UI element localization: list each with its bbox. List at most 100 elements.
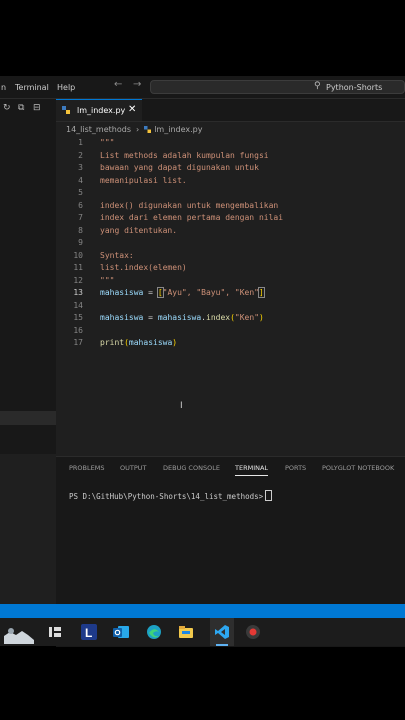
title-bar: n Terminal Help ← → ⚲ Python-Shorts	[0, 76, 405, 99]
code-text: memanipulasi list.	[100, 175, 187, 185]
line-number: 7	[78, 213, 83, 222]
text-cursor-icon: I	[180, 401, 183, 411]
collapse-folders-icon[interactable]: ⧉	[18, 103, 24, 113]
back-arrow-icon[interactable]: ←	[114, 79, 122, 90]
code-text: """	[100, 138, 115, 147]
search-icon: ⚲	[314, 81, 321, 91]
svg-text:L: L	[85, 626, 92, 640]
line-number: 5	[78, 188, 83, 197]
code-text: bawaan yang dapat digunakan untuk	[100, 163, 259, 172]
code-line: 15 mahasiswa = mahasiswa.index("Ken")	[56, 312, 405, 325]
line-number: 6	[78, 200, 83, 210]
windows-taskbar: L	[0, 618, 405, 646]
line-number: 2	[78, 150, 83, 160]
tab-terminal[interactable]: TERMINAL	[235, 464, 269, 476]
refresh-icon[interactable]: ↻	[3, 103, 11, 113]
panel-tabs: PROBLEMS OUTPUT DEBUG CONSOLE TERMINAL P…	[56, 457, 405, 479]
lark-icon[interactable]: L	[81, 624, 97, 640]
search-text: Python-Shorts	[326, 83, 383, 92]
token-method: index	[206, 313, 231, 322]
code-editor[interactable]: 1 """ 2 List methods adalah kumpulan fungs…	[56, 137, 405, 350]
screen-recorder-icon[interactable]	[245, 624, 261, 640]
code-line: 12 """	[56, 275, 405, 288]
code-text: yang ditentukan.	[100, 225, 178, 235]
close-tab-icon[interactable]: ✕	[128, 104, 136, 115]
breadcrumb-file[interactable]: lm_index.py	[154, 125, 202, 134]
line-number: 12	[73, 275, 83, 285]
code-line: 8 yang ditentukan.	[56, 225, 405, 238]
token-argument: mahasiswa	[128, 338, 173, 347]
vscode-icon[interactable]	[214, 624, 230, 640]
line-number: 3	[78, 163, 83, 172]
line-number: 4	[78, 175, 83, 185]
line-number: 17	[73, 338, 83, 347]
code-line: 6 index() digunakan untuk mengembalikan	[56, 200, 405, 213]
token-list-items: "Ayu", "Bayu", "Ken"	[162, 288, 259, 297]
code-text: List methods adalah kumpulan fungsi	[100, 150, 269, 160]
code-line: 3 bawaan yang dapat digunakan untuk	[56, 162, 405, 175]
active-app-indicator	[216, 644, 228, 646]
code-text: index() digunakan untuk mengembalikan	[100, 200, 279, 210]
menu-help[interactable]: Help	[57, 83, 75, 92]
command-center-search[interactable]: ⚲ Python-Shorts	[150, 80, 405, 94]
forward-arrow-icon[interactable]: →	[133, 79, 141, 90]
widgets-icon[interactable]	[2, 622, 36, 644]
code-line: 2 List methods adalah kumpulan fungsi	[56, 150, 405, 163]
terminal-prompt[interactable]: PS D:\GitHub\Python-Shorts\14_list_metho…	[69, 490, 273, 501]
status-bar	[0, 604, 405, 618]
file-explorer-icon[interactable]	[178, 624, 194, 640]
vscode-window: n Terminal Help ← → ⚲ Python-Shorts ↻ ⧉ …	[0, 76, 405, 647]
tab-debug-console[interactable]: DEBUG CONSOLE	[163, 464, 220, 472]
tab-polyglot-notebook[interactable]: POLYGLOT NOTEBOOK	[322, 464, 394, 472]
line-number: 16	[73, 325, 83, 335]
breadcrumb: 14_list_methods › lm_index.py	[66, 125, 202, 134]
code-line: 14	[56, 300, 405, 313]
prompt-text: PS D:\GitHub\Python-Shorts\14_list_metho…	[69, 492, 264, 501]
token-object: mahasiswa	[157, 313, 202, 322]
line-number: 10	[73, 250, 83, 260]
code-line: 4 memanipulasi list.	[56, 175, 405, 188]
line-number: 15	[73, 313, 83, 322]
explorer-selected-item[interactable]	[0, 411, 56, 425]
token-bracket-close: ]	[258, 287, 265, 298]
code-line: 1 """	[56, 137, 405, 150]
code-text: index dari elemen pertama dengan nilai	[100, 213, 284, 222]
code-text: mahasiswa = ["Ayu", "Bayu", "Ken"]	[100, 287, 265, 300]
token-paren-close: )	[259, 313, 264, 322]
code-text: print(mahasiswa)	[100, 337, 177, 350]
line-number: 9	[78, 238, 83, 247]
screen: { "titlebar": { "menu": ["n", "Terminal"…	[0, 0, 405, 720]
tab-output[interactable]: OUTPUT	[120, 464, 147, 472]
token-operator: =	[143, 288, 158, 297]
token-operator: =	[143, 313, 158, 322]
more-actions-icon[interactable]: ⊟	[33, 103, 41, 113]
code-line: 17 print(mahasiswa)	[56, 337, 405, 350]
edge-icon[interactable]	[146, 624, 162, 640]
line-number: 8	[78, 225, 83, 235]
breadcrumb-separator: ›	[136, 125, 140, 134]
code-text: list.index(elemen)	[100, 263, 187, 272]
code-line: 16	[56, 325, 405, 338]
code-line: 10 Syntax:	[56, 250, 405, 263]
code-line: 11 list.index(elemen)	[56, 262, 405, 275]
tab-lm-index[interactable]: lm_index.py ✕	[56, 99, 142, 121]
code-line: 7 index dari elemen pertama dengan nilai	[56, 212, 405, 225]
editor-area: lm_index.py ✕ 14_list_methods › lm_index.p…	[56, 99, 405, 454]
code-line: 5	[56, 187, 405, 200]
line-number: 11	[73, 263, 83, 272]
tab-ports[interactable]: PORTS	[285, 464, 306, 472]
outlook-icon[interactable]	[113, 624, 129, 640]
menu-run[interactable]: n	[1, 83, 6, 92]
tab-problems[interactable]: PROBLEMS	[69, 464, 104, 472]
token-argument: "Ken"	[234, 313, 260, 322]
line-number: 13	[73, 288, 83, 297]
python-file-icon	[144, 126, 152, 133]
terminal-cursor	[265, 490, 273, 501]
breadcrumb-folder[interactable]: 14_list_methods	[66, 125, 131, 134]
code-text: Syntax:	[100, 250, 134, 260]
token-function: print	[100, 338, 125, 347]
task-view-icon[interactable]	[47, 624, 63, 640]
menu-terminal[interactable]: Terminal	[15, 83, 49, 92]
line-number: 14	[73, 300, 83, 310]
code-text: """	[100, 275, 115, 285]
